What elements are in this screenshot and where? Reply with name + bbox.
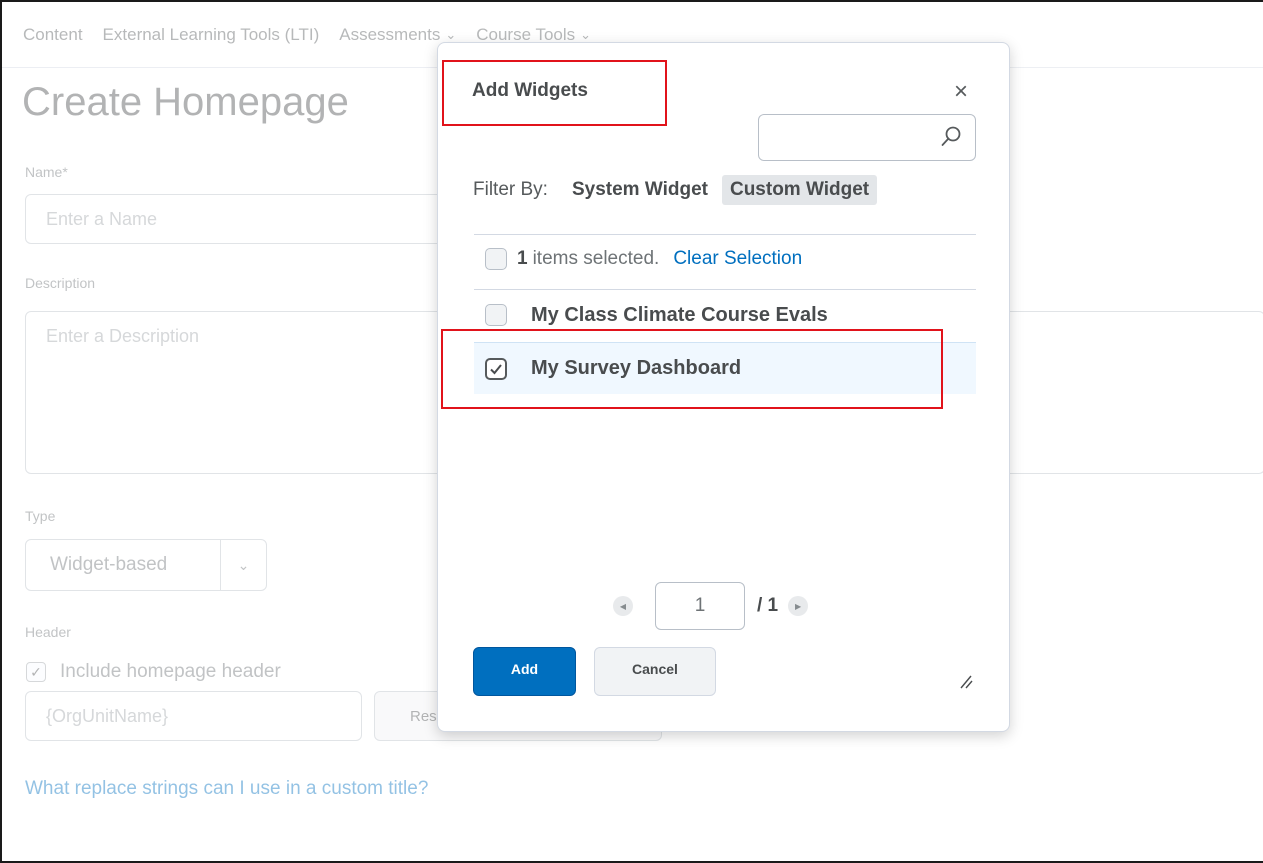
nav-item-label: Assessments	[339, 24, 441, 44]
page-number-input[interactable]: 1	[655, 582, 745, 630]
filter-label: Filter By:	[473, 179, 548, 200]
selected-count: 1	[517, 248, 528, 269]
checkbox-checked-icon[interactable]: ✓	[26, 662, 46, 682]
search-icon[interactable]	[939, 125, 963, 149]
chevron-down-icon: ⌄	[445, 26, 457, 42]
highlight-box-dialog-title	[442, 60, 667, 126]
type-select-value: Widget-based	[50, 554, 168, 575]
widget-search-input[interactable]	[758, 114, 976, 161]
divider	[474, 234, 976, 235]
add-button[interactable]: Add	[473, 647, 576, 696]
highlight-box-selected-widget	[441, 329, 943, 409]
description-label: Description	[25, 275, 96, 291]
select-all-checkbox[interactable]	[485, 248, 507, 270]
filter-bar: Filter By: System Widget Custom Widget	[473, 175, 883, 205]
widget-item-label: My Class Climate Course Evals	[531, 303, 828, 326]
page-title: Create Homepage	[22, 80, 349, 124]
header-title-input[interactable]: {OrgUnitName}	[25, 691, 362, 741]
type-label: Type	[25, 508, 56, 524]
page-total: / 1	[757, 595, 779, 616]
name-input[interactable]: Enter a Name	[25, 194, 455, 244]
widget-item-checkbox[interactable]	[485, 304, 507, 326]
nav-item-content[interactable]: Content	[23, 25, 83, 45]
clear-selection-link[interactable]: Clear Selection	[673, 248, 802, 270]
previous-page-icon[interactable]: ◀	[613, 596, 633, 616]
next-page-icon[interactable]: ▶	[788, 596, 809, 616]
filter-system-widget[interactable]: System Widget	[564, 175, 716, 205]
type-select[interactable]: Widget-based ⌄	[25, 539, 267, 591]
filter-custom-widget[interactable]: Custom Widget	[721, 175, 878, 205]
selected-text: items selected.	[532, 248, 660, 269]
selection-summary: 1 items selected. Clear Selection	[485, 248, 802, 270]
pagination: ◀ 1 / 1 ▶	[613, 582, 809, 630]
chevron-down-icon: ⌄	[220, 540, 266, 590]
nav-item-external-learning-tools[interactable]: External Learning Tools (LTI)	[103, 25, 320, 45]
header-label: Header	[25, 624, 71, 640]
nav-item-label: Content	[23, 24, 83, 44]
include-header-label: Include homepage header	[60, 661, 281, 682]
replace-strings-help-link[interactable]: What replace strings can I use in a cust…	[25, 778, 428, 800]
nav-item-assessments[interactable]: Assessments ⌄	[339, 25, 456, 45]
resize-handle-icon[interactable]	[958, 674, 974, 690]
nav-item-label: External Learning Tools (LTI)	[102, 24, 320, 44]
cancel-button[interactable]: Cancel	[594, 647, 716, 696]
close-icon[interactable]: ×	[954, 78, 968, 106]
name-label: Name*	[25, 164, 68, 180]
chevron-down-icon: ⌄	[580, 26, 592, 42]
include-header-checkbox-row[interactable]: ✓ Include homepage header	[26, 661, 281, 683]
screenshot-frame: Content External Learning Tools (LTI) As…	[0, 0, 1263, 863]
